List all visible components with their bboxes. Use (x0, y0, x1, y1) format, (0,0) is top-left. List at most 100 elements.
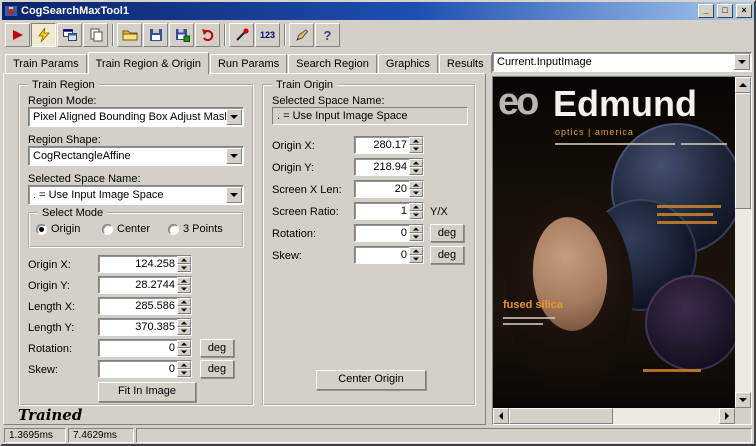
title-bar[interactable]: CogSearchMaxTool1 _ □ × (2, 2, 754, 20)
chevron-down-icon[interactable] (226, 109, 242, 125)
region-shape-combo[interactable]: CogRectangleAffine (28, 146, 244, 166)
radio-center[interactable]: Center (102, 223, 150, 235)
save-image-button[interactable] (169, 23, 194, 47)
skew-deg-button[interactable]: deg (200, 360, 234, 378)
spin-up-icon[interactable] (177, 256, 191, 264)
to-rotation-deg-button[interactable]: deg (430, 224, 464, 242)
spin-down-icon[interactable] (177, 264, 191, 272)
radio-3points[interactable]: 3 Points (168, 223, 223, 235)
length-x-spinner[interactable] (177, 298, 191, 314)
to-origin-x-spinner[interactable] (409, 137, 423, 153)
horizontal-scroll-thumb[interactable] (509, 408, 613, 424)
origin-x-input[interactable]: 124.258 (98, 255, 192, 273)
spin-up-icon[interactable] (177, 298, 191, 306)
help-button[interactable]: ? (315, 23, 340, 47)
tab-search-region[interactable]: Search Region (288, 54, 377, 73)
toolbar-separator (284, 24, 286, 46)
to-origin-y-input[interactable]: 218.94 (354, 158, 424, 176)
to-rotation-input[interactable]: 0 (354, 224, 424, 242)
copy-tool-button[interactable] (83, 23, 108, 47)
screen-x-len-spinner[interactable] (409, 181, 423, 197)
radio-center-label: Center (117, 223, 151, 235)
tab-train-region-origin[interactable]: Train Region & Origin (87, 52, 209, 74)
spin-up-icon[interactable] (409, 159, 423, 167)
minimize-button[interactable]: _ (698, 4, 714, 18)
chevron-down-icon[interactable] (226, 148, 242, 164)
horizontal-scrollbar[interactable] (493, 408, 735, 424)
spin-down-icon[interactable] (409, 189, 423, 197)
fit-in-image-button[interactable]: Fit In Image (98, 382, 196, 402)
spin-down-icon[interactable] (409, 145, 423, 153)
tab-train-params[interactable]: Train Params (5, 54, 87, 73)
scroll-down-button[interactable] (735, 392, 751, 408)
spin-up-icon[interactable] (409, 203, 423, 211)
spin-up-icon[interactable] (177, 361, 191, 369)
rotation-input[interactable]: 0 (98, 339, 192, 357)
spin-down-icon[interactable] (177, 306, 191, 314)
to-rotation-spinner[interactable] (409, 225, 423, 241)
spin-down-icon[interactable] (409, 255, 423, 263)
spin-down-icon[interactable] (409, 167, 423, 175)
scroll-right-button[interactable] (719, 408, 735, 424)
screen-ratio-spinner[interactable] (409, 203, 423, 219)
screen-ratio-input[interactable]: 1 (354, 202, 424, 220)
to-skew-spinner[interactable] (409, 247, 423, 263)
input-image-selector[interactable]: Current.InputImage (492, 52, 752, 72)
spin-down-icon[interactable] (177, 285, 191, 293)
scroll-left-button[interactable] (493, 408, 509, 424)
open-button[interactable] (117, 23, 142, 47)
tab-run-params[interactable]: Run Params (209, 54, 288, 73)
close-button[interactable]: × (736, 4, 752, 18)
skew-spinner[interactable] (177, 361, 191, 377)
origin-y-spinner[interactable] (177, 277, 191, 293)
probe-button[interactable] (229, 23, 254, 47)
skew-input[interactable]: 0 (98, 360, 192, 378)
selected-space-combo[interactable]: . = Use Input Image Space (28, 185, 244, 205)
spin-up-icon[interactable] (177, 319, 191, 327)
maximize-button[interactable]: □ (717, 4, 733, 18)
spin-up-icon[interactable] (177, 277, 191, 285)
tab-graphics[interactable]: Graphics (377, 54, 438, 73)
scroll-up-button[interactable] (735, 77, 751, 93)
length-y-spinner[interactable] (177, 319, 191, 335)
screen-x-len-input[interactable]: 20 (354, 180, 424, 198)
radio-origin[interactable]: Origin (36, 223, 80, 235)
to-origin-y-spinner[interactable] (409, 159, 423, 175)
length-x-input[interactable]: 285.586 (98, 297, 192, 315)
to-origin-x-value: 280.17 (373, 139, 407, 151)
to-skew-input[interactable]: 0 (354, 246, 424, 264)
radio-icon (168, 223, 179, 235)
origin-y-input[interactable]: 28.2744 (98, 276, 192, 294)
spin-down-icon[interactable] (409, 233, 423, 241)
pen-tool-button[interactable] (289, 23, 314, 47)
to-origin-x-input[interactable]: 280.17 (354, 136, 424, 154)
spin-up-icon[interactable] (409, 137, 423, 145)
to-skew-deg-button[interactable]: deg (430, 246, 464, 264)
image-viewport[interactable]: eo Edmund optics | america fused silica (493, 77, 735, 408)
vertical-scroll-thumb[interactable] (735, 93, 751, 209)
spin-up-icon[interactable] (409, 247, 423, 255)
spin-up-icon[interactable] (177, 340, 191, 348)
length-y-input[interactable]: 370.385 (98, 318, 192, 336)
origin-x-spinner[interactable] (177, 256, 191, 272)
spin-down-icon[interactable] (177, 369, 191, 377)
numeric-display-button[interactable]: 123 (255, 23, 280, 47)
center-origin-button[interactable]: Center Origin (316, 370, 426, 390)
rotation-spinner[interactable] (177, 340, 191, 356)
spin-up-icon[interactable] (409, 181, 423, 189)
chevron-down-icon[interactable] (226, 187, 242, 203)
region-mode-combo[interactable]: Pixel Aligned Bounding Box Adjust Mask (28, 107, 244, 127)
spin-down-icon[interactable] (409, 211, 423, 219)
vertical-scrollbar[interactable] (735, 77, 751, 408)
tab-results[interactable]: Results (438, 54, 492, 73)
chevron-down-icon[interactable] (734, 54, 750, 70)
window-tool-button[interactable] (57, 23, 82, 47)
run-button[interactable] (5, 23, 30, 47)
electric-trigger-button[interactable] (31, 23, 56, 47)
undo-button[interactable] (195, 23, 220, 47)
save-button[interactable] (143, 23, 168, 47)
spin-up-icon[interactable] (409, 225, 423, 233)
rotation-deg-button[interactable]: deg (200, 339, 234, 357)
spin-down-icon[interactable] (177, 348, 191, 356)
spin-down-icon[interactable] (177, 327, 191, 335)
